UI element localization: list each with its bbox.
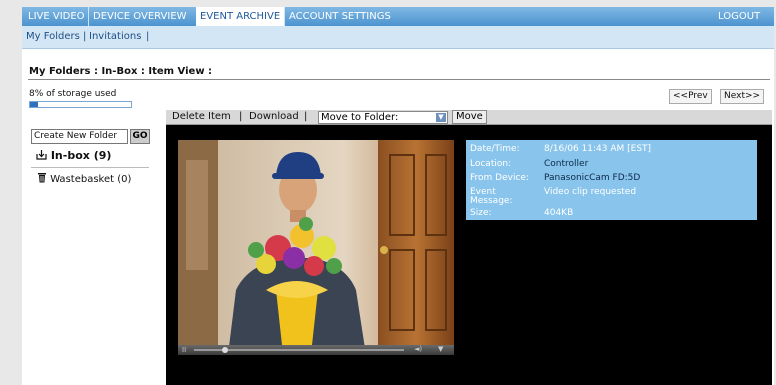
seek-handle[interactable] [222, 347, 228, 353]
invitations-link[interactable]: Invitations [89, 31, 141, 42]
storage-bar [29, 101, 132, 108]
chevron-down-icon: ▼ [436, 113, 446, 122]
datetime-label: Date/Time: [470, 144, 520, 154]
tab-device-overview[interactable]: DEVICE OVERVIEW [88, 7, 191, 26]
move-to-folder-select[interactable]: Move to Folder: ▼ [318, 111, 448, 124]
trash-icon [37, 173, 50, 185]
logout-link[interactable]: LOGOUT [714, 7, 764, 26]
event-details-panel: Date/Time: 8/16/06 11:43 AM [EST] Locati… [466, 140, 757, 220]
location-value: Controller [544, 159, 589, 169]
device-value: PanasonicCam FD:5D [544, 173, 641, 183]
sidebar-item-inbox[interactable]: In-box (9) [36, 149, 111, 162]
tab-live-video[interactable]: LIVE VIDEO [24, 7, 89, 26]
move-button[interactable]: Move [452, 110, 487, 124]
toolbar-divider: | [304, 111, 308, 122]
breadcrumb: My Folders : In-Box : Item View : [29, 66, 213, 77]
storage-label: 8% of storage used [29, 89, 117, 99]
video-player[interactable] [178, 140, 454, 355]
sidebar-item-label: In-box (9) [50, 149, 112, 162]
item-viewer: II ◄) ▼ Date/Time: 8/16/06 11:43 AM [EST… [166, 125, 772, 385]
device-label: From Device: [470, 173, 529, 183]
prev-button[interactable]: <<Prev [669, 89, 712, 104]
event-label-2: Message: [470, 196, 513, 206]
app-frame: LIVE VIDEO DEVICE OVERVIEW EVENT ARCHIVE… [22, 7, 774, 385]
item-toolbar: Delete Item | Download | Move to Folder:… [166, 110, 772, 125]
subnav-divider: | [146, 31, 150, 42]
storage-bar-fill [30, 102, 39, 107]
pause-icon[interactable]: II [182, 346, 186, 354]
divider [31, 167, 149, 168]
top-nav: LIVE VIDEO DEVICE OVERVIEW EVENT ARCHIVE… [22, 7, 774, 26]
my-folders-link[interactable]: My Folders [26, 31, 80, 42]
size-value: 404KB [544, 208, 574, 218]
tab-event-archive[interactable]: EVENT ARCHIVE [196, 7, 285, 26]
next-button[interactable]: Next>> [720, 89, 765, 104]
go-button[interactable]: GO [130, 129, 150, 144]
new-folder-input[interactable]: Create New Folder [31, 129, 128, 144]
event-value: Video clip requested [544, 187, 637, 197]
sidebar-item-label: Wastebasket (0) [50, 174, 132, 185]
delete-item-button[interactable]: Delete Item [172, 111, 231, 122]
volume-icon[interactable]: ◄) [414, 345, 422, 353]
video-frame-image [178, 140, 454, 355]
sub-nav: My Folders | Invitations | [22, 26, 774, 49]
location-label: Location: [470, 159, 512, 169]
toolbar-divider: | [239, 111, 243, 122]
size-label: Size: [470, 208, 492, 218]
inbox-icon [36, 149, 51, 162]
datetime-value: 8/16/06 11:43 AM [EST] [544, 144, 652, 154]
tab-account-settings[interactable]: ACCOUNT SETTINGS [284, 7, 395, 26]
sidebar-item-wastebasket[interactable]: Wastebasket (0) [37, 172, 131, 185]
menu-icon[interactable]: ▼ [438, 345, 443, 353]
move-to-folder-value: Move to Folder: [321, 112, 399, 123]
subnav-divider: | [83, 31, 87, 42]
video-controls: II ◄) ▼ [178, 345, 454, 355]
divider [28, 79, 770, 80]
download-button[interactable]: Download [249, 111, 299, 122]
